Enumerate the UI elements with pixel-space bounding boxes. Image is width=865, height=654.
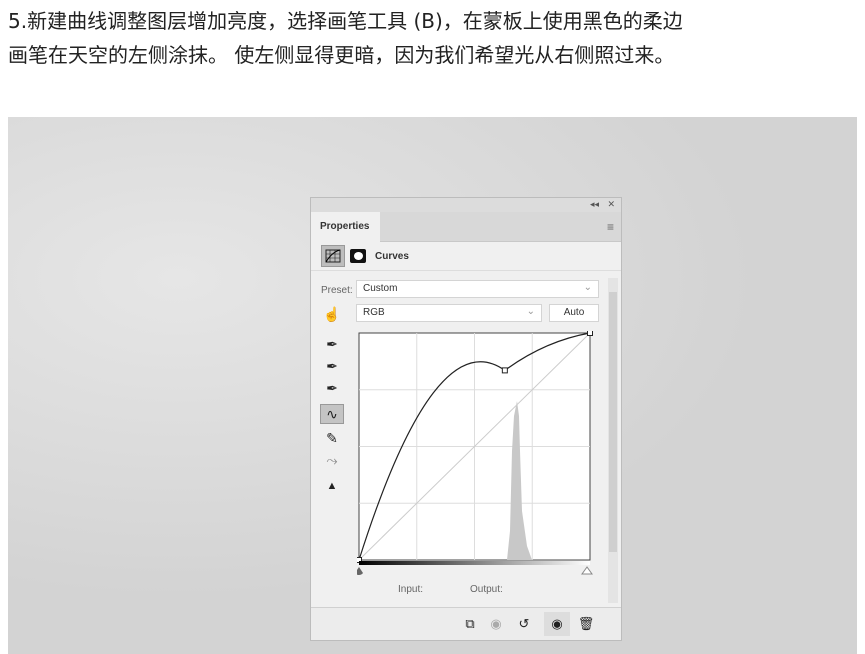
scrollbar[interactable] [608, 278, 618, 603]
channel-dropdown[interactable]: RGB ⌄ [356, 304, 542, 322]
target-adjust-icon[interactable]: ☝ [320, 304, 344, 324]
preset-label: Preset: [321, 285, 353, 296]
curve-control-point[interactable] [587, 331, 593, 336]
curve-control-point[interactable] [501, 367, 508, 374]
clipping-warning-icon[interactable]: ▲ [320, 476, 344, 496]
trash-icon[interactable]: 🗑 [573, 612, 599, 636]
preset-dropdown[interactable]: Custom ⌄ [356, 280, 599, 298]
output-label: Output: [470, 584, 503, 595]
caption-line-2: 画笔在天空的左侧涂抹。 使左侧显得更暗，因为我们希望光从右侧照过来。 [8, 43, 675, 67]
smooth-icon[interactable]: ⤳ [320, 450, 344, 470]
tab-properties[interactable]: Properties [311, 212, 380, 242]
output-gradient [359, 561, 590, 565]
curve-point-tool-icon[interactable]: ∿ [320, 404, 344, 424]
curves-grid-icon[interactable] [321, 245, 345, 267]
collapse-button[interactable]: ◂◂ [590, 199, 599, 210]
curves-graph[interactable] [357, 331, 593, 581]
view-previous-icon[interactable]: ◉ [483, 612, 509, 636]
auto-button[interactable]: Auto [549, 304, 599, 322]
properties-panel: ◂◂ ✕ Properties ≡ Curves Preset: Custom ⌄… [310, 197, 622, 641]
preset-value: Custom [363, 283, 398, 294]
visibility-icon[interactable]: ◉ [544, 612, 570, 636]
article-caption: 5.新建曲线调整图层增加亮度，选择画笔工具 (B)，在蒙板上使用黑色的柔边 画笔… [8, 4, 858, 72]
white-point-slider[interactable] [581, 566, 593, 575]
clip-to-layer-icon[interactable]: ⧉ [457, 612, 483, 636]
menu-icon[interactable]: ≡ [607, 220, 614, 234]
pencil-icon[interactable]: ✎ [320, 428, 344, 448]
black-point-slider[interactable] [357, 567, 363, 575]
close-button[interactable]: ✕ [607, 199, 615, 210]
mask-icon[interactable] [350, 249, 366, 263]
channel-value: RGB [363, 307, 385, 318]
eyedropper-gray-icon[interactable]: ✒ [320, 356, 344, 376]
input-label: Input: [398, 584, 424, 595]
panel-titlebar: ◂◂ ✕ [311, 198, 621, 212]
eyedropper-black-icon[interactable]: ✒ [320, 334, 344, 354]
caption-line-1: 5.新建曲线调整图层增加亮度，选择画笔工具 (B)，在蒙板上使用黑色的柔边 [8, 9, 683, 33]
adjustment-title: Curves [375, 251, 409, 262]
eyedropper-white-icon[interactable]: ✒ [320, 378, 344, 398]
reset-icon[interactable]: ↺ [511, 612, 537, 636]
